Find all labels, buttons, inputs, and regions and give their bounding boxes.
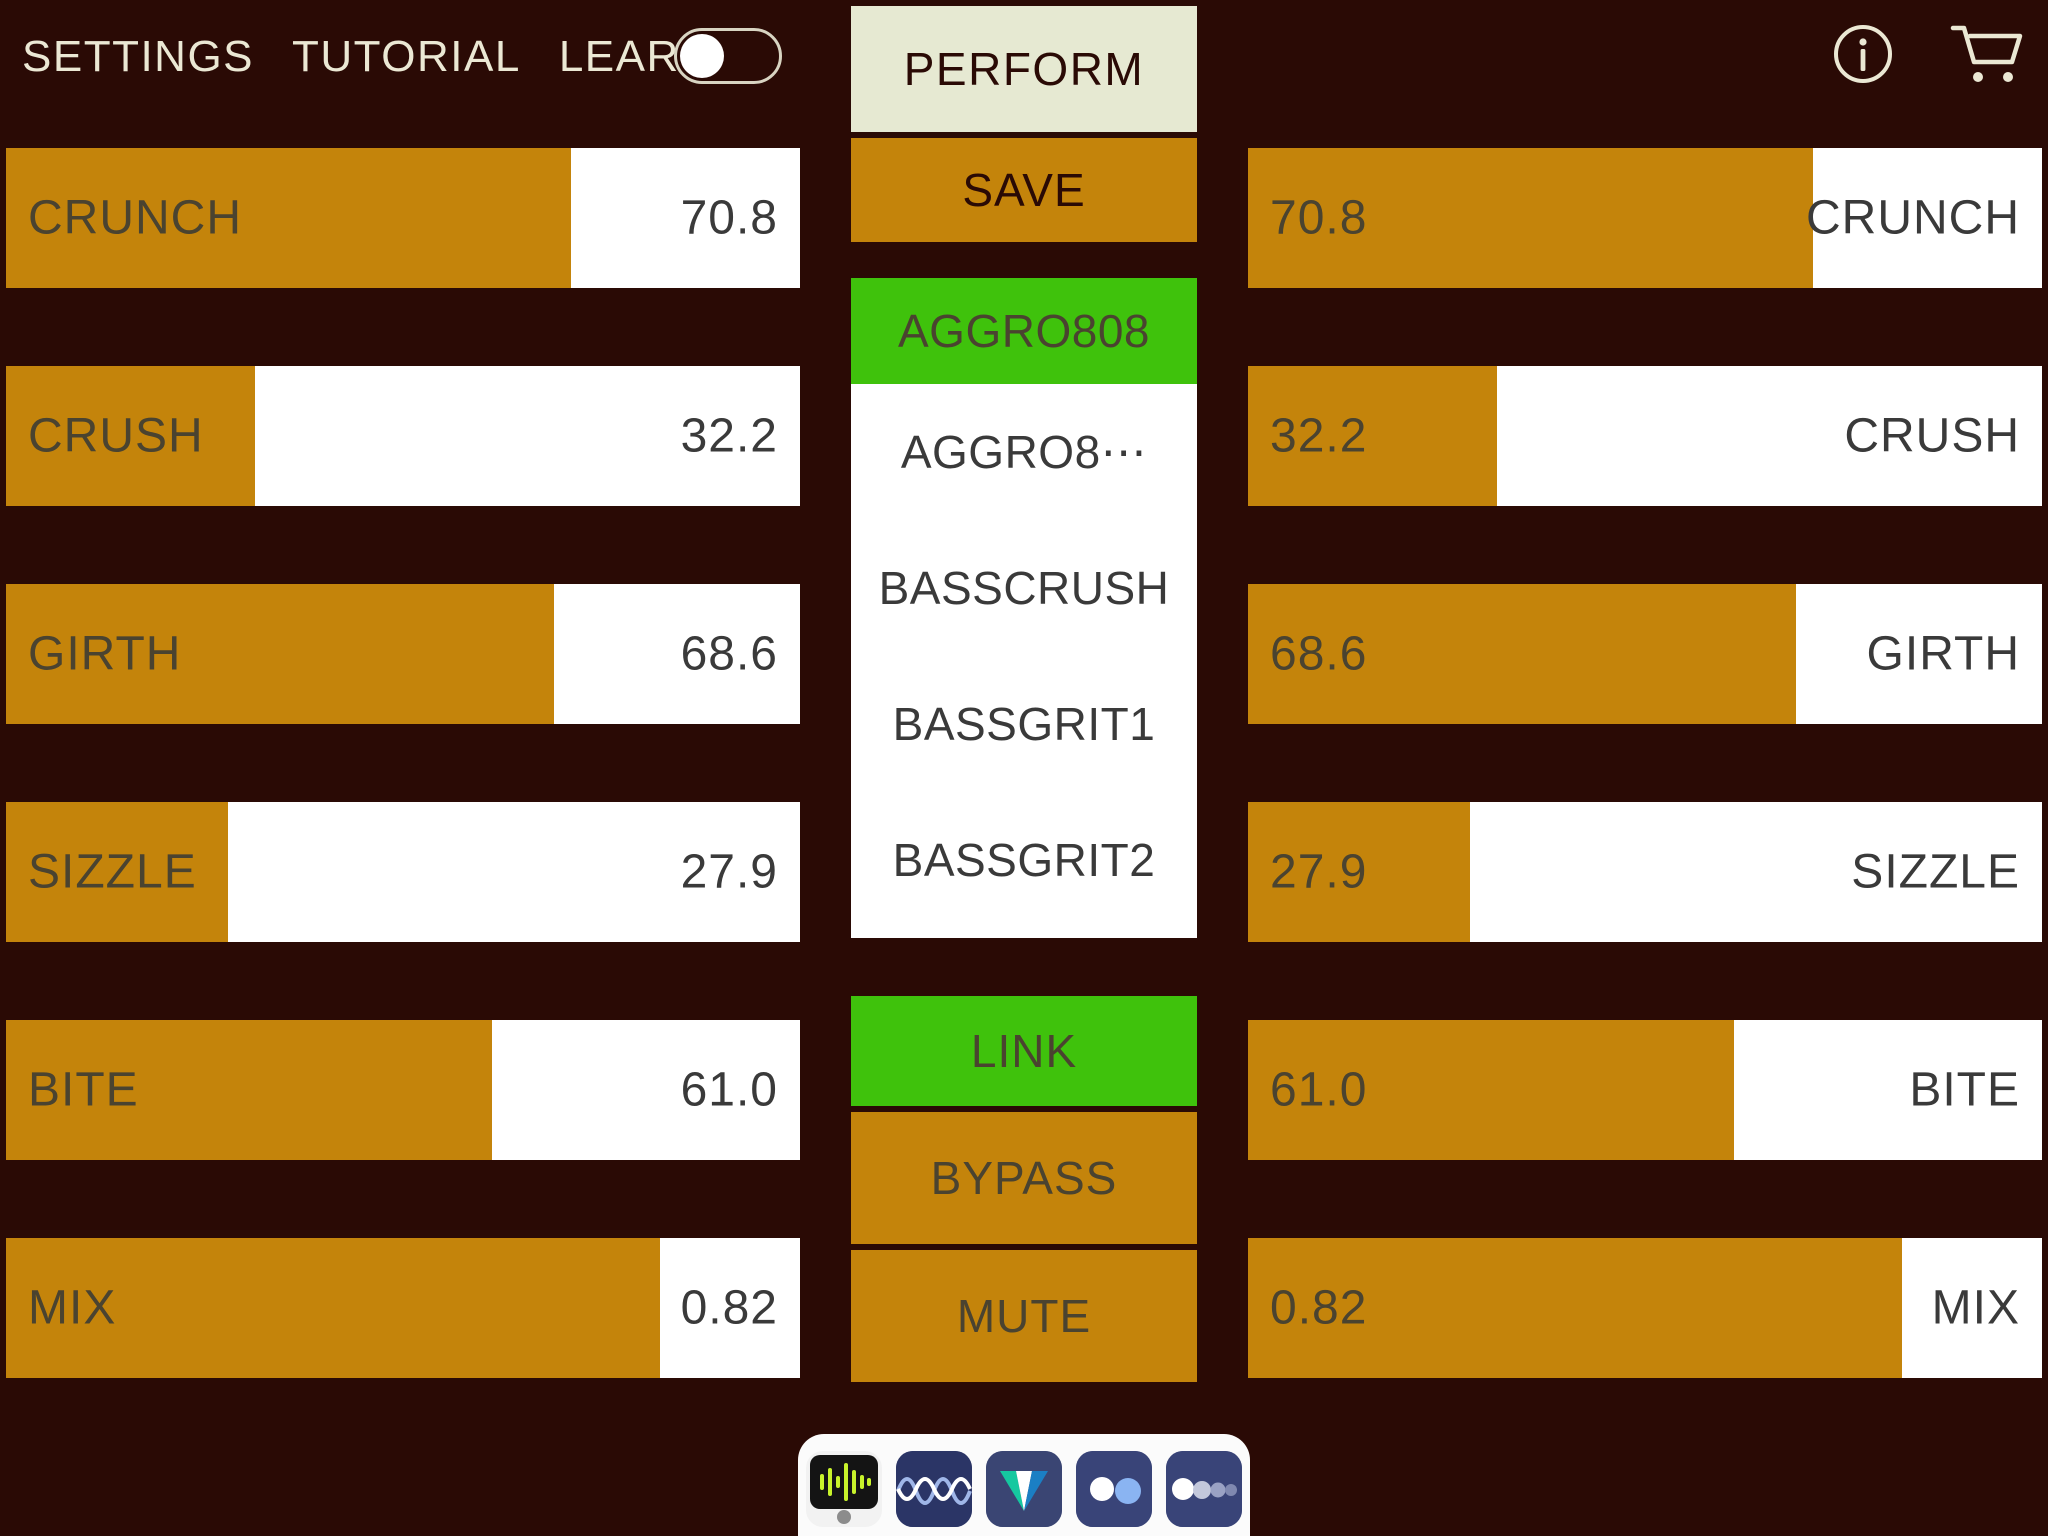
slider-girth-mirror-value: 68.6 — [1270, 627, 1368, 681]
slider-girth-value: 68.6 — [680, 627, 778, 681]
slider-crush[interactable]: CRUSH 32.2 — [6, 366, 800, 506]
header-menu-group: SETTINGS TUTORIAL LEARN — [22, 32, 713, 82]
learn-toggle-knob — [680, 34, 724, 78]
slider-girth-mirror-label: GIRTH — [1866, 627, 2020, 681]
dock-chevron-app-icon[interactable] — [986, 1451, 1062, 1527]
slider-crunch-value: 70.8 — [680, 191, 778, 245]
slider-sizzle[interactable]: SIZZLE 27.9 — [6, 802, 800, 942]
slider-crush-mirror-value: 32.2 — [1270, 409, 1368, 463]
slider-bite-label: BITE — [28, 1063, 139, 1117]
dock-four-dots-icon[interactable] — [1166, 1451, 1242, 1527]
slider-sizzle-mirror[interactable]: 27.9 SIZZLE — [1248, 802, 2042, 942]
slider-girth-label: GIRTH — [28, 627, 182, 681]
slider-crunch[interactable]: CRUNCH 70.8 — [6, 148, 800, 288]
slider-bite-mirror-value: 61.0 — [1270, 1063, 1368, 1117]
slider-mix-mirror[interactable]: 0.82 MIX — [1248, 1238, 2042, 1378]
dock-voice-memos-icon[interactable] — [806, 1451, 882, 1527]
dock-two-dots-icon[interactable] — [1076, 1451, 1152, 1527]
right-slider-panel: 70.8 CRUNCH 32.2 CRUSH 68.6 GIRTH 27.9 S… — [1248, 112, 2042, 1412]
app-root: SETTINGS TUTORIAL LEARN PERFORM CRUNCH 7… — [0, 0, 2048, 1536]
slider-sizzle-mirror-label: SIZZLE — [1851, 845, 2020, 899]
slider-sizzle-mirror-value: 27.9 — [1270, 845, 1368, 899]
left-slider-panel: CRUNCH 70.8 CRUSH 32.2 GIRTH 68.6 SIZZLE… — [6, 112, 800, 1412]
preset-current-selected[interactable]: AGGRO808 — [851, 278, 1197, 384]
slider-mix[interactable]: MIX 0.82 — [6, 1238, 800, 1378]
slider-crunch-mirror[interactable]: 70.8 CRUNCH — [1248, 148, 2042, 288]
slider-crush-label: CRUSH — [28, 409, 204, 463]
menu-item-tutorial[interactable]: TUTORIAL — [292, 32, 521, 82]
slider-sizzle-value: 27.9 — [680, 845, 778, 899]
bypass-button[interactable]: BYPASS — [851, 1112, 1197, 1244]
slider-crunch-mirror-value: 70.8 — [1270, 191, 1368, 245]
learn-toggle-switch[interactable] — [674, 28, 782, 84]
slider-sizzle-label: SIZZLE — [28, 845, 197, 899]
preset-current-label: AGGRO808 — [898, 305, 1150, 357]
save-button-label: SAVE — [962, 164, 1086, 216]
info-icon[interactable] — [1832, 23, 1894, 85]
menu-item-settings[interactable]: SETTINGS — [22, 32, 254, 82]
link-button-label: LINK — [970, 1025, 1078, 1077]
save-button[interactable]: SAVE — [851, 138, 1197, 242]
mute-button[interactable]: MUTE — [851, 1250, 1197, 1382]
app-dock — [798, 1434, 1250, 1536]
dock-waveform-icon[interactable] — [896, 1451, 972, 1527]
slider-bite-mirror[interactable]: 61.0 BITE — [1248, 1020, 2042, 1160]
preset-list-item-1[interactable]: BASSCRUSH — [851, 520, 1197, 656]
preset-list-item-3[interactable]: BASSGRIT2 — [851, 792, 1197, 928]
cart-icon[interactable] — [1950, 22, 2026, 86]
slider-crush-mirror-label: CRUSH — [1844, 409, 2020, 463]
slider-bite-value: 61.0 — [680, 1063, 778, 1117]
preset-list-item-2[interactable]: BASSGRIT1 — [851, 656, 1197, 792]
bypass-button-label: BYPASS — [930, 1152, 1118, 1204]
slider-mix-mirror-value: 0.82 — [1270, 1281, 1368, 1335]
mute-button-label: MUTE — [956, 1290, 1092, 1342]
slider-bite-mirror-label: BITE — [1909, 1063, 2020, 1117]
slider-girth[interactable]: GIRTH 68.6 — [6, 584, 800, 724]
header-icon-group — [1832, 22, 2026, 86]
slider-mix-label: MIX — [28, 1281, 117, 1335]
preset-list-box: AGGRO808 AGGRO8⋯ BASSCRUSH BASSGRIT1 BAS… — [851, 278, 1197, 938]
slider-bite[interactable]: BITE 61.0 — [6, 1020, 800, 1160]
center-column: SAVE AGGRO808 AGGRO8⋯ BASSCRUSH BASSGRIT… — [851, 0, 1197, 1536]
slider-crunch-label: CRUNCH — [28, 191, 242, 245]
slider-crush-value: 32.2 — [680, 409, 778, 463]
preset-list-item-0[interactable]: AGGRO8⋯ — [851, 384, 1197, 520]
slider-mix-value: 0.82 — [680, 1281, 778, 1335]
slider-crunch-mirror-label: CRUNCH — [1806, 191, 2020, 245]
slider-mix-mirror-label: MIX — [1931, 1281, 2020, 1335]
link-button[interactable]: LINK — [851, 996, 1197, 1106]
slider-girth-mirror[interactable]: 68.6 GIRTH — [1248, 584, 2042, 724]
slider-crush-mirror[interactable]: 32.2 CRUSH — [1248, 366, 2042, 506]
